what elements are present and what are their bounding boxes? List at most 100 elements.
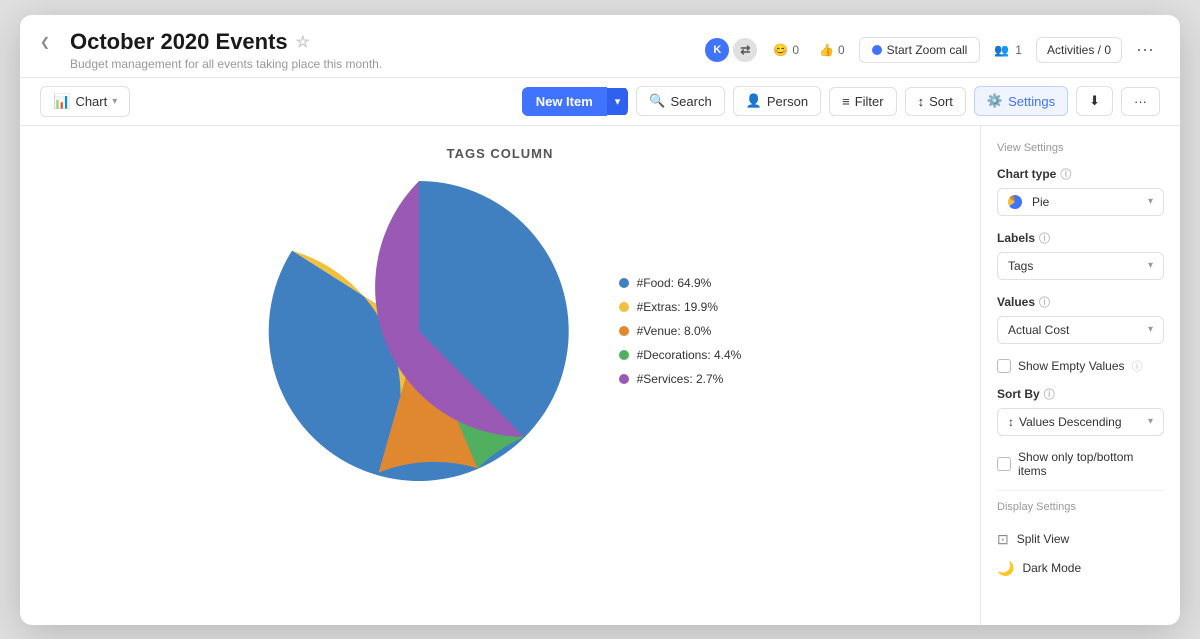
legend-item-extras: #Extras: 19.9% xyxy=(619,300,742,314)
chart-button[interactable]: 📊 Chart ▾ xyxy=(40,86,130,117)
download-button[interactable]: ⬇ xyxy=(1076,86,1113,116)
search-icon: 🔍 xyxy=(649,93,665,109)
view-settings-title: View Settings xyxy=(997,142,1164,154)
header-more-button[interactable]: ··· xyxy=(1130,37,1160,62)
reaction-icon: 😊 xyxy=(773,43,788,57)
sort-by-select[interactable]: ↕ Values Descending ▾ xyxy=(997,408,1164,436)
avatar-invite[interactable]: ⇄ xyxy=(731,36,759,64)
star-icon[interactable]: ☆ xyxy=(296,32,310,52)
chart-area: TAGS COLUMN xyxy=(20,126,980,625)
chart-chevron: ▾ xyxy=(112,96,117,107)
legend-label-venue: #Venue: 8.0% xyxy=(637,324,712,338)
legend-dot-decorations xyxy=(619,350,629,360)
dark-mode-label: Dark Mode xyxy=(1022,561,1081,575)
show-empty-info-icon[interactable]: ⓘ xyxy=(1132,358,1143,374)
filter-label: Filter xyxy=(855,94,884,109)
sort-icon: ↕ xyxy=(918,94,925,109)
filter-icon: ≡ xyxy=(842,94,850,109)
split-view-icon: ⊡ xyxy=(997,531,1009,548)
filter-button[interactable]: ≡ Filter xyxy=(829,87,896,116)
settings-icon: ⚙️ xyxy=(987,93,1003,109)
main-content: TAGS COLUMN xyxy=(20,126,1180,625)
display-settings-title: Display Settings xyxy=(997,501,1164,513)
header-actions: K ⇄ 😊 0 👍 0 Start Zoom call 👥 1 Activiti… xyxy=(703,36,1160,64)
page-subtitle: Budget management for all events taking … xyxy=(70,57,693,71)
settings-button[interactable]: ⚙️ Settings xyxy=(974,86,1068,116)
legend-label-food: #Food: 64.9% xyxy=(637,276,712,290)
show-top-label: Show only top/bottom items xyxy=(1018,450,1164,478)
page-title-container: October 2020 Events ☆ xyxy=(70,29,693,55)
chart-type-field: Chart type ⓘ Pie ▾ xyxy=(997,166,1164,216)
person-icon: 👤 xyxy=(746,93,762,109)
reaction-count: 😊 0 xyxy=(767,43,805,57)
values-field: Values ⓘ Actual Cost ▾ xyxy=(997,294,1164,344)
thumb-icon: 👍 xyxy=(819,43,834,57)
split-view-item[interactable]: ⊡ Split View xyxy=(997,525,1164,554)
new-item-main-button[interactable]: New Item xyxy=(522,87,607,116)
values-info-icon[interactable]: ⓘ xyxy=(1039,294,1050,310)
labels-info-icon[interactable]: ⓘ xyxy=(1039,230,1050,246)
chart-label: Chart xyxy=(75,94,107,109)
legend-dot-food xyxy=(619,278,629,288)
sort-by-value: Values Descending xyxy=(1019,415,1122,429)
values-chevron: ▾ xyxy=(1148,324,1153,335)
chart-type-chevron: ▾ xyxy=(1148,196,1153,207)
toolbar-more-button[interactable]: ··· xyxy=(1121,87,1160,116)
person-label: Person xyxy=(767,94,808,109)
search-label: Search xyxy=(671,94,712,109)
sort-label: Sort xyxy=(929,94,953,109)
show-empty-checkbox[interactable] xyxy=(997,359,1011,373)
team-count: 👥 1 xyxy=(988,43,1028,57)
legend-item-services: #Services: 2.7% xyxy=(619,372,742,386)
avatar-user: K xyxy=(703,36,731,64)
search-button[interactable]: 🔍 Search xyxy=(636,86,724,116)
sort-by-info-icon[interactable]: ⓘ xyxy=(1044,386,1055,402)
values-select[interactable]: Actual Cost ▾ xyxy=(997,316,1164,344)
title-area: October 2020 Events ☆ Budget management … xyxy=(70,29,693,71)
chart-type-select[interactable]: Pie ▾ xyxy=(997,188,1164,216)
chart-type-label: Chart type ⓘ xyxy=(997,166,1164,182)
pie-chart xyxy=(259,171,579,491)
zoom-button[interactable]: Start Zoom call xyxy=(859,37,981,63)
sort-by-field: Sort By ⓘ ↕ Values Descending ▾ xyxy=(997,386,1164,436)
new-item-button-group[interactable]: New Item ▾ xyxy=(522,87,629,116)
values-value: Actual Cost xyxy=(1008,323,1069,337)
show-empty-row[interactable]: Show Empty Values ⓘ xyxy=(997,358,1164,374)
show-top-checkbox[interactable] xyxy=(997,457,1011,471)
labels-select[interactable]: Tags ▾ xyxy=(997,252,1164,280)
labels-label: Labels ⓘ xyxy=(997,230,1164,246)
zoom-dot xyxy=(872,45,882,55)
dark-mode-item[interactable]: 🌙 Dark Mode xyxy=(997,554,1164,583)
legend-label-extras: #Extras: 19.9% xyxy=(637,300,718,314)
page-title: October 2020 Events xyxy=(70,29,288,55)
chart-type-info-icon[interactable]: ⓘ xyxy=(1060,166,1071,182)
legend-dot-venue xyxy=(619,326,629,336)
chart-container: #Food: 64.9% #Extras: 19.9% #Venue: 8.0%… xyxy=(40,171,960,491)
header: ❮ October 2020 Events ☆ Budget managemen… xyxy=(20,15,1180,78)
legend-item-food: #Food: 64.9% xyxy=(619,276,742,290)
app-window: ❮ October 2020 Events ☆ Budget managemen… xyxy=(20,15,1180,625)
activity-icon-count: 👍 0 xyxy=(813,43,851,57)
labels-value: Tags xyxy=(1008,259,1033,273)
legend-dot-extras xyxy=(619,302,629,312)
activities-button[interactable]: Activities / 0 xyxy=(1036,37,1122,63)
dark-mode-icon: 🌙 xyxy=(997,560,1014,577)
show-top-row[interactable]: Show only top/bottom items xyxy=(997,450,1164,478)
collapse-button[interactable]: ❮ xyxy=(40,35,50,49)
chart-icon: 📊 xyxy=(53,93,70,110)
sort-by-label: Sort By ⓘ xyxy=(997,386,1164,402)
team-icon: 👥 xyxy=(994,43,1009,57)
zoom-label: Start Zoom call xyxy=(887,43,968,57)
legend-item-decorations: #Decorations: 4.4% xyxy=(619,348,742,362)
legend-dot-services xyxy=(619,374,629,384)
toolbar: 📊 Chart ▾ New Item ▾ 🔍 Search 👤 Person ≡… xyxy=(20,78,1180,126)
download-icon: ⬇ xyxy=(1089,93,1100,109)
show-empty-label: Show Empty Values xyxy=(1018,359,1125,373)
sort-by-icon: ↕ xyxy=(1008,415,1014,429)
settings-label: Settings xyxy=(1008,94,1055,109)
sort-button[interactable]: ↕ Sort xyxy=(905,87,966,116)
settings-panel: View Settings Chart type ⓘ Pie ▾ Labels xyxy=(980,126,1180,625)
person-button[interactable]: 👤 Person xyxy=(733,86,821,116)
labels-chevron: ▾ xyxy=(1148,260,1153,271)
new-item-arrow-button[interactable]: ▾ xyxy=(607,88,629,115)
